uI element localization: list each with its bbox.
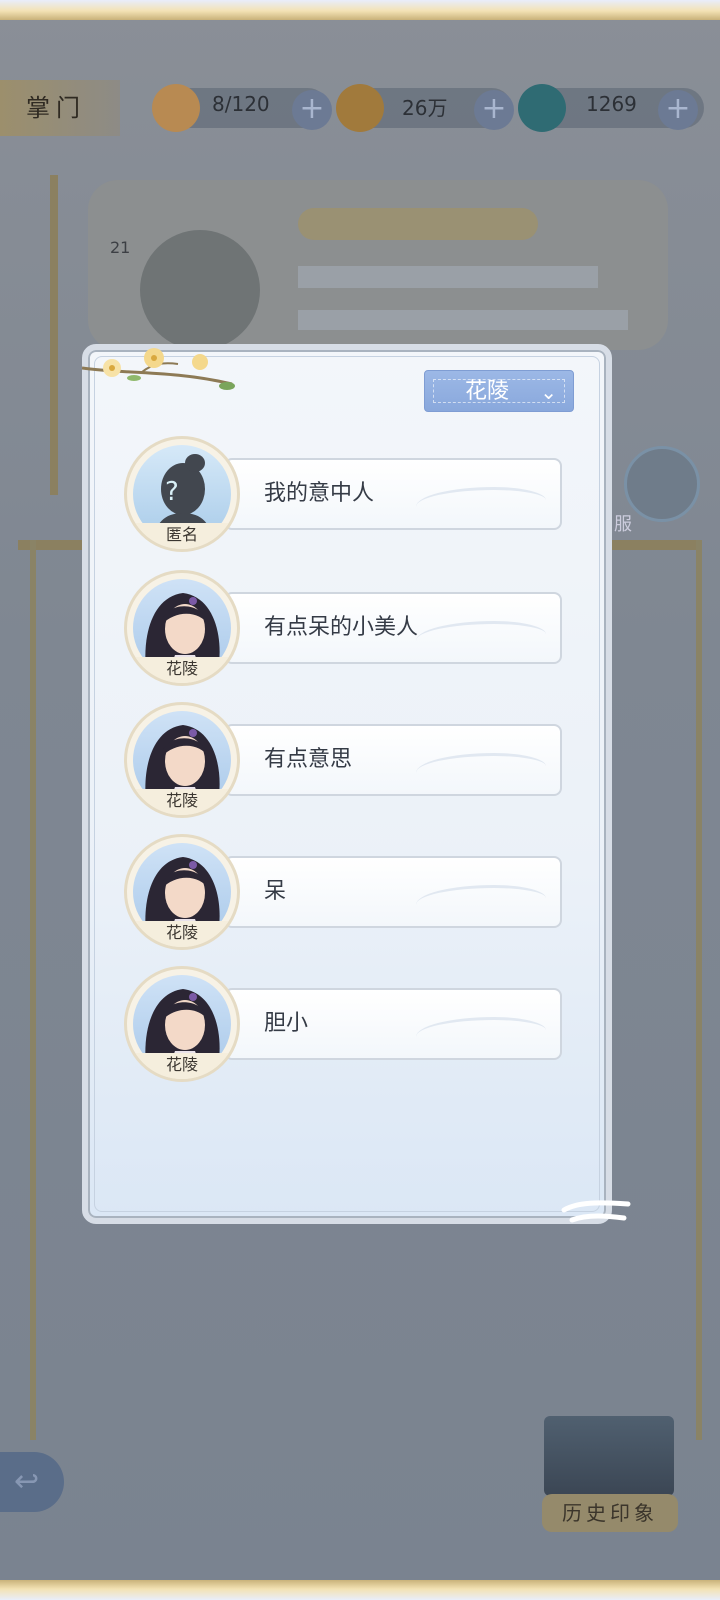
stamina-value: 8/120 [212, 92, 270, 116]
impression-text: 我的意中人 [264, 481, 375, 506]
background-pole [50, 175, 58, 495]
name-plate [298, 208, 538, 240]
wave-decor [416, 885, 546, 918]
impression-text: 胆小 [264, 1011, 309, 1036]
wave-decor [416, 487, 546, 520]
info-line [298, 266, 598, 288]
impression-text: 有点意思 [264, 747, 353, 772]
impression-item: 呆 花陵 [124, 834, 564, 958]
impression-text: 有点呆的小美人 [264, 615, 419, 640]
back-button[interactable]: ↩ [0, 1452, 64, 1512]
wave-decor [416, 1017, 546, 1050]
character-avatar[interactable]: 花陵 [124, 966, 240, 1082]
wave-decor [416, 621, 546, 654]
master-title: 掌门 [0, 80, 120, 136]
character-avatar[interactable]: 花陵 [124, 834, 240, 950]
question-mark-icon: ? [165, 477, 179, 507]
side-character-avatar [624, 446, 700, 522]
impression-item: 有点意思 花陵 [124, 702, 564, 826]
jade-icon [518, 84, 566, 132]
add-coin-button[interactable]: + [474, 90, 514, 130]
jade-value: 1269 [586, 92, 637, 116]
anonymous-avatar[interactable]: ? 匿名 [124, 436, 240, 552]
author-name-tag: 花陵 [127, 1053, 237, 1079]
cloud-decoration [561, 1200, 631, 1223]
impression-text: 呆 [264, 879, 287, 904]
coin-value: 26万 [402, 96, 448, 120]
side-character-button[interactable]: 服 [614, 446, 700, 538]
add-jade-button[interactable]: + [658, 90, 698, 130]
author-name-tag: 匿名 [127, 523, 237, 549]
author-name-tag: 花陵 [127, 657, 237, 683]
plum-blossom-decoration [82, 348, 235, 390]
impression-item: 有点呆的小美人 花陵 [124, 570, 564, 694]
character-filter-dropdown[interactable]: 花陵 ⌄ [424, 370, 574, 412]
player-avatar [140, 230, 260, 350]
impression-item: 胆小 花陵 [124, 966, 564, 1090]
side-button-label: 服 [614, 514, 632, 535]
history-impression-label: 历史印象 [542, 1494, 678, 1532]
author-name-tag: 花陵 [127, 789, 237, 815]
background-profile-card: 21 [88, 180, 668, 350]
coin-icon [336, 84, 384, 132]
impression-item: 我的意中人 ? 匿名 [124, 436, 564, 560]
top-decor-strip [0, 0, 720, 20]
impression-modal: 花陵 ⌄ 我的意中人 ? 匿名 有点呆的小美人 花陵 有点意思 花陵 呆 花陵 … [82, 344, 631, 1224]
id-line [298, 310, 628, 330]
wave-decor [416, 753, 546, 786]
history-impression-button[interactable]: 历史印象 [542, 1412, 682, 1532]
back-arrow-icon: ↩ [14, 1464, 40, 1499]
add-stamina-button[interactable]: + [292, 90, 332, 130]
chevron-down-icon: ⌄ [540, 380, 557, 404]
cat-stamina-icon [152, 84, 200, 132]
character-avatar[interactable]: 花陵 [124, 570, 240, 686]
author-name-tag: 花陵 [127, 921, 237, 947]
level-label: 21 [110, 238, 131, 257]
books-icon [544, 1416, 674, 1496]
bottom-decor-strip [0, 1580, 720, 1600]
character-avatar[interactable]: 花陵 [124, 702, 240, 818]
